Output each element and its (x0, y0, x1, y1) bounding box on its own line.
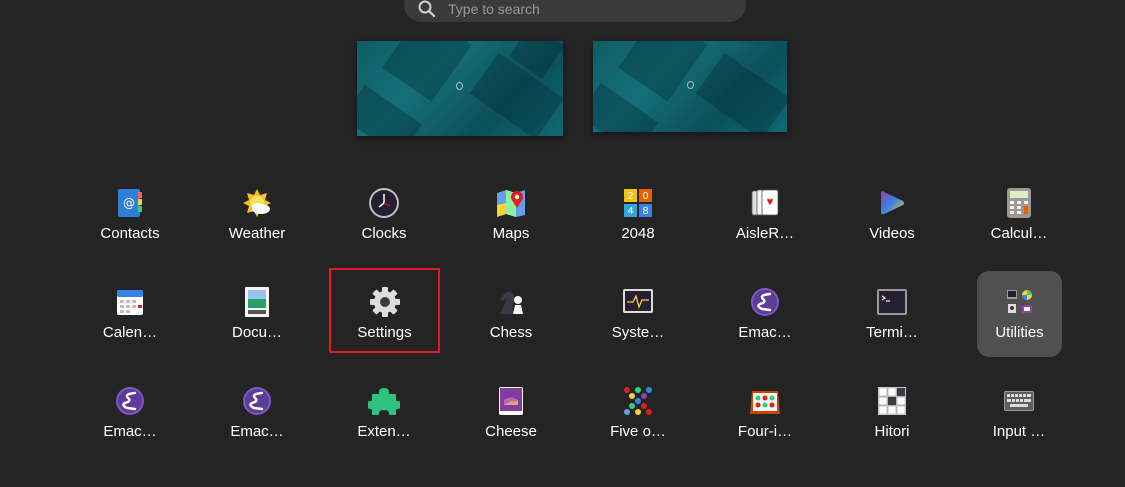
app-label: Cheese (485, 423, 537, 440)
hitori-icon (876, 385, 908, 417)
svg-text:@: @ (123, 196, 135, 210)
app-label: 2048 (621, 225, 655, 242)
app-2048[interactable]: 2048 2048 (588, 172, 688, 258)
cheese-icon (495, 385, 527, 417)
app-label: Emac… (103, 423, 157, 440)
app-terminal[interactable]: Termi… (842, 271, 942, 357)
chess-knight-icon (495, 286, 527, 318)
app-hitori[interactable]: Hitori (842, 370, 942, 456)
videos-icon (876, 187, 908, 219)
maps-icon (495, 187, 527, 219)
app-maps[interactable]: Maps (461, 172, 561, 258)
clocks-icon (368, 187, 400, 219)
app-label: Syste… (611, 324, 665, 341)
system-monitor-icon (622, 286, 654, 318)
app-clocks[interactable]: Clocks (334, 172, 434, 258)
app-label: Exten… (357, 423, 411, 440)
app-label: Videos (869, 225, 915, 242)
app-label: Five o… (610, 423, 666, 440)
app-label: Settings (357, 324, 412, 341)
emacs-icon (114, 385, 146, 417)
app-videos[interactable]: Videos (842, 172, 942, 258)
app-extensions[interactable]: Exten… (334, 370, 434, 456)
app-label: Weather (228, 225, 286, 242)
app-calculator[interactable]: Calcul… (969, 172, 1069, 258)
app-label: AisleR… (735, 225, 795, 242)
playing-cards-icon (749, 187, 781, 219)
app-label: Emac… (738, 324, 792, 341)
app-emacs-1[interactable]: Emac… (715, 271, 815, 357)
five-or-more-icon (622, 385, 654, 417)
app-weather[interactable]: Weather (207, 172, 307, 258)
app-label: Clocks (361, 225, 407, 242)
gear-icon (369, 286, 401, 318)
app-aisleriot[interactable]: AisleR… (715, 172, 815, 258)
contacts-icon: @ (114, 187, 146, 219)
app-label: Contacts (100, 225, 160, 242)
keyboard-icon (1003, 385, 1035, 417)
app-label: Calen… (102, 324, 158, 341)
app-folder-utilities[interactable]: Utilities (977, 271, 1062, 357)
app-grid: @ Contacts Weather Clocks Maps 2048 2048… (0, 0, 1125, 487)
calculator-icon (1003, 187, 1035, 219)
app-system-monitor[interactable]: Syste… (588, 271, 688, 357)
app-label: Calcul… (990, 225, 1048, 242)
svg-text:0: 0 (642, 191, 648, 202)
app-cheese[interactable]: Cheese (461, 370, 561, 456)
utilities-folder-icon (1004, 286, 1036, 318)
app-input-method[interactable]: Input … (969, 370, 1069, 456)
app-label: Maps (492, 225, 530, 242)
emacs-icon (749, 286, 781, 318)
app-settings[interactable]: Settings (329, 268, 440, 353)
app-label: Utilities (995, 324, 1044, 341)
app-emacs-2[interactable]: Emac… (80, 370, 180, 456)
svg-text:4: 4 (627, 206, 633, 217)
svg-text:8: 8 (642, 206, 648, 217)
app-calendar[interactable]: Calen… (80, 271, 180, 357)
app-five-or-more[interactable]: Five o… (588, 370, 688, 456)
app-chess[interactable]: Chess (461, 271, 561, 357)
app-label: Input … (992, 423, 1046, 440)
four-in-a-row-icon (749, 385, 781, 417)
app-label: Emac… (230, 423, 284, 440)
app-label: Termi… (866, 324, 918, 341)
app-documents[interactable]: Docu… (207, 271, 307, 357)
app-emacs-3[interactable]: Emac… (207, 370, 307, 456)
app-label: Four-i… (737, 423, 793, 440)
svg-text:2: 2 (627, 191, 633, 202)
calendar-icon (114, 286, 146, 318)
puzzle-piece-icon (368, 385, 400, 417)
emacs-icon (241, 385, 273, 417)
app-contacts[interactable]: @ Contacts (80, 172, 180, 258)
app-label: Chess (489, 324, 533, 341)
terminal-icon (876, 286, 908, 318)
app-four-in-a-row[interactable]: Four-i… (715, 370, 815, 456)
app-label: Docu… (231, 324, 283, 341)
app-label: Hitori (874, 423, 910, 440)
game-2048-icon: 2048 (622, 187, 654, 219)
weather-icon (241, 187, 273, 219)
document-viewer-icon (241, 286, 273, 318)
